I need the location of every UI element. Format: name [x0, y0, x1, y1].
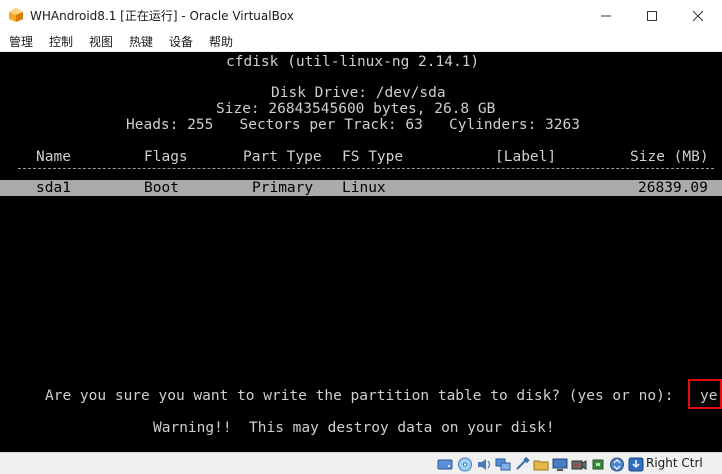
minimize-icon — [601, 15, 611, 16]
virtualbox-app-icon — [9, 8, 23, 22]
column-header-name: Name — [36, 149, 71, 165]
disk-geometry-line: Heads: 255 Sectors per Track: 63 Cylinde… — [126, 117, 580, 133]
audio-icon[interactable] — [476, 457, 492, 472]
column-header-part-type: Part Type — [243, 149, 322, 165]
column-header-label: [Label] — [495, 149, 557, 165]
partition-fs-type: Linux — [342, 180, 386, 196]
warning-message: Warning!! This may destroy data on your … — [153, 420, 555, 436]
network-icon[interactable] — [495, 457, 511, 472]
menu-item-manage[interactable]: 管理 — [9, 33, 33, 50]
host-key-label[interactable]: Right Ctrl — [646, 456, 703, 470]
vm-console-screen[interactable]: cfdisk (util-linux-ng 2.14.1) Disk Drive… — [0, 52, 722, 452]
mouse-integration-icon[interactable] — [609, 457, 625, 472]
hard-disk-icon[interactable] — [437, 457, 453, 472]
close-icon — [693, 10, 703, 21]
minimize-button[interactable] — [583, 0, 629, 31]
title-bar: WHAndroid8.1 [正在运行] - Oracle VirtualBox — [0, 0, 722, 31]
partition-row-selected[interactable]: sda1 Boot Primary Linux 26839.09 — [0, 180, 722, 196]
window-title: WHAndroid8.1 [正在运行] - Oracle VirtualBox — [30, 9, 294, 23]
close-button[interactable] — [675, 0, 721, 31]
disk-drive-line: Disk Drive: /dev/sda — [271, 85, 446, 101]
shared-folders-icon[interactable] — [533, 457, 549, 472]
menu-item-control[interactable]: 控制 — [49, 33, 73, 50]
header-divider — [18, 168, 714, 170]
menu-item-devices[interactable]: 设备 — [169, 33, 193, 50]
partition-part-type: Primary — [252, 180, 314, 196]
program-title: cfdisk (util-linux-ng 2.14.1) — [226, 54, 480, 70]
menu-bar: 管理 控制 视图 热键 设备 帮助 — [0, 31, 722, 52]
menu-item-hotkey[interactable]: 热键 — [129, 33, 153, 50]
partition-name: sda1 — [36, 180, 71, 196]
column-header-fs-type: FS Type — [342, 149, 404, 165]
write-confirm-prompt: Are you sure you want to write the parti… — [45, 388, 674, 404]
maximize-button[interactable] — [629, 0, 675, 31]
status-bar: Right Ctrl — [0, 452, 722, 474]
partition-size: 26839.09 — [638, 180, 708, 196]
answer-highlight-box — [688, 379, 722, 409]
partition-flags: Boot — [144, 180, 179, 196]
maximize-icon — [647, 10, 657, 21]
menu-item-help[interactable]: 帮助 — [209, 33, 233, 50]
optical-drive-icon[interactable] — [457, 457, 473, 472]
display-icon[interactable] — [552, 457, 568, 472]
column-header-size: Size (MB) — [630, 149, 709, 165]
column-header-flags: Flags — [144, 149, 188, 165]
disk-size-line: Size: 26843545600 bytes, 26.8 GB — [216, 101, 496, 117]
host-key-arrow-icon[interactable] — [628, 457, 644, 472]
usb-icon[interactable] — [514, 457, 530, 472]
cpu-icon[interactable] — [590, 457, 606, 472]
video-capture-icon[interactable] — [571, 457, 587, 472]
menu-item-view[interactable]: 视图 — [89, 33, 113, 50]
